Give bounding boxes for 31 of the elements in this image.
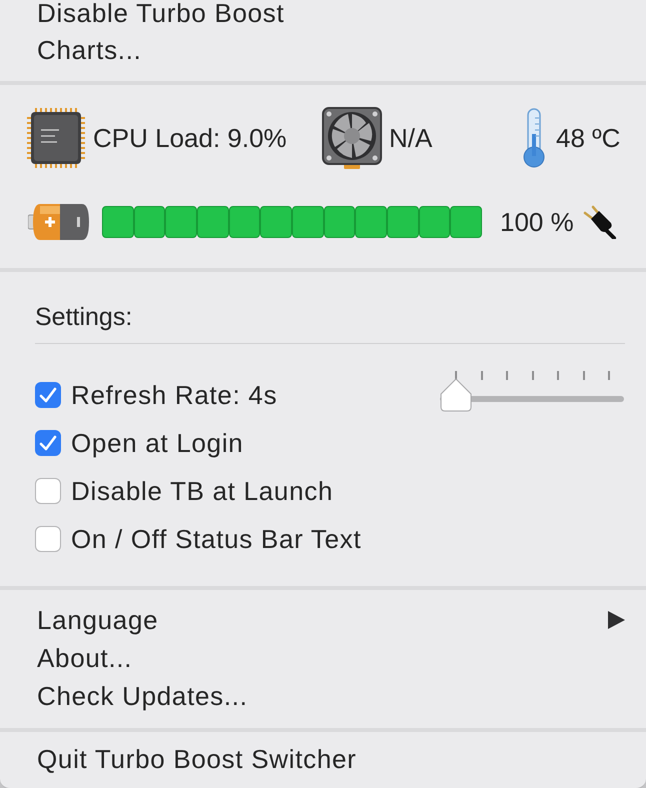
battery-percentage-label: 100 % bbox=[500, 206, 574, 238]
temperature-label: 48 ºC bbox=[556, 122, 620, 154]
processor-chip-icon bbox=[27, 108, 85, 168]
tick-mark bbox=[506, 371, 508, 380]
option-label[interactable]: Disable TB at Launch bbox=[71, 472, 334, 510]
fan-speed-label: N/A bbox=[389, 122, 432, 154]
menu-item[interactable]: About... bbox=[37, 638, 132, 678]
checkbox[interactable] bbox=[35, 526, 61, 552]
menu-item[interactable]: Charts... bbox=[37, 30, 142, 70]
checkbox[interactable] bbox=[35, 382, 61, 408]
menu-item[interactable]: Check Updates... bbox=[37, 676, 248, 716]
tick-mark bbox=[608, 371, 610, 380]
thermometer-icon bbox=[521, 108, 547, 168]
checkbox[interactable] bbox=[35, 430, 61, 456]
section-heading: Settings: bbox=[35, 302, 132, 334]
tick-mark bbox=[557, 371, 559, 380]
slider-thumb[interactable] bbox=[440, 378, 472, 412]
cpu-load-label: CPU Load: 9.0% bbox=[93, 122, 287, 154]
checkbox[interactable] bbox=[35, 478, 61, 504]
tick-mark bbox=[532, 371, 534, 380]
battery-icon bbox=[28, 202, 90, 242]
fan-icon bbox=[322, 107, 382, 169]
slider-track[interactable] bbox=[440, 371, 624, 412]
menu-item[interactable]: Quit Turbo Boost Switcher bbox=[37, 740, 357, 778]
tick-mark bbox=[582, 371, 584, 380]
option-label[interactable]: On / Off Status Bar Text bbox=[71, 520, 362, 558]
tick-mark bbox=[480, 371, 482, 380]
option-label[interactable]: Open at Login bbox=[71, 424, 244, 462]
menu-item[interactable]: Language bbox=[37, 600, 158, 640]
menu-item[interactable]: Disable Turbo Boost bbox=[37, 0, 284, 33]
option-label[interactable]: Refresh Rate: 4s bbox=[71, 376, 278, 414]
